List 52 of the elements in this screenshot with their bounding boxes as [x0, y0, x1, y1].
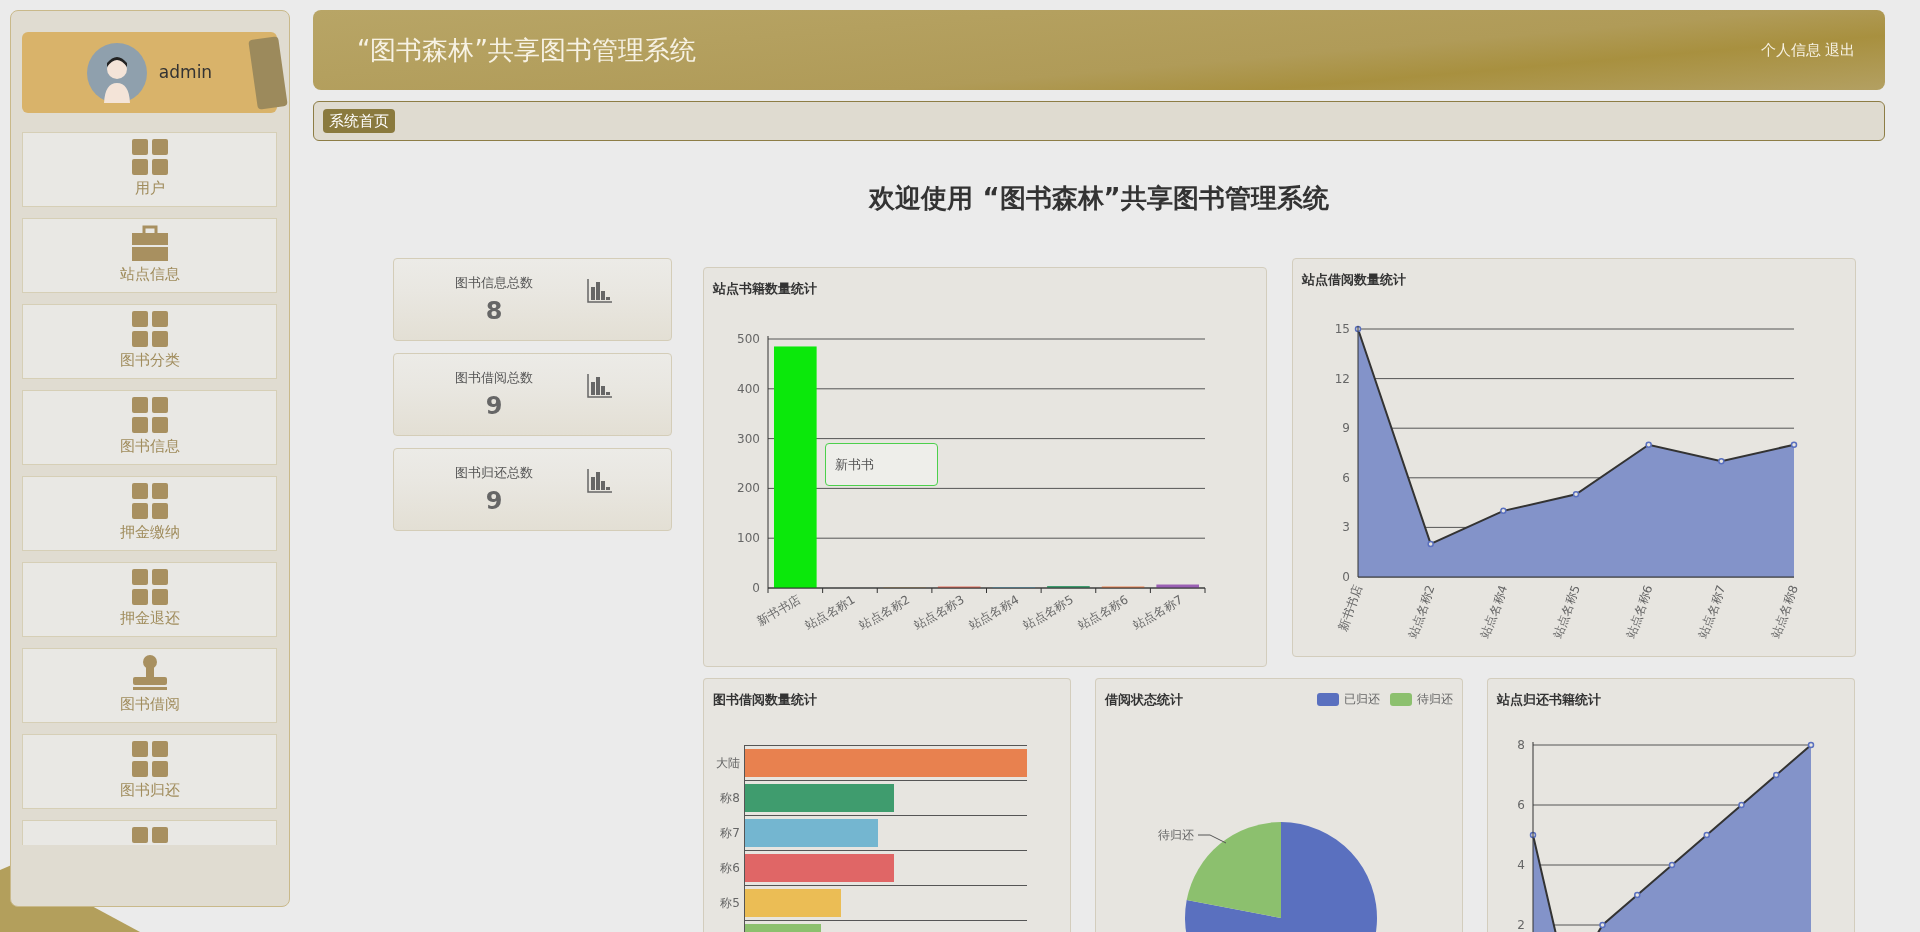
axis-label: 站点名称5 [1550, 583, 1583, 641]
axis-label: 12 [1334, 371, 1350, 386]
axis-label: 500 [737, 332, 760, 346]
user-name: admin [158, 60, 213, 84]
axis-label: 站点名称7 [1130, 592, 1186, 633]
stat-label: 图书信息总数 [455, 273, 533, 292]
axis-label: 称6 [719, 859, 741, 877]
axis-label: 100 [737, 531, 760, 546]
stat-value: 8 [485, 296, 503, 327]
axis-label: 站点名称4 [1477, 583, 1511, 641]
axis-label: 2 [1517, 918, 1525, 932]
axis-label: 200 [737, 481, 760, 496]
axis-label: 9 [1342, 421, 1350, 436]
chart-title: 站点归还书籍统计 [1497, 691, 1601, 709]
axis-label: 新书书店 [1335, 583, 1365, 634]
chart-title: 站点书籍数量统计 [713, 280, 817, 298]
axis-label: 称8 [719, 789, 741, 807]
axis-label: 0 [1342, 570, 1350, 584]
stat-label: 图书归还总数 [455, 463, 533, 482]
system-title: “图书森林”共享图书管理系统 [357, 33, 696, 67]
axis-label: 400 [737, 381, 760, 396]
stat-value: 9 [485, 486, 503, 517]
axis-label: 站点名称8 [1768, 583, 1801, 641]
axis-label: 站点名称7 [1695, 583, 1729, 641]
axis-label: 6 [1342, 470, 1350, 485]
axis-label: 站点名称5 [1020, 592, 1076, 633]
axis-label: 4 [1517, 858, 1525, 872]
axis-label: 6 [1517, 798, 1525, 812]
chart-tooltip: 新书书 [825, 443, 938, 486]
axis-label: 站点名称2 [856, 592, 913, 633]
axis-label: 称7 [719, 824, 741, 842]
chart-title: 图书借阅数量统计 [713, 691, 817, 709]
chart-title: 借阅状态统计 [1105, 691, 1183, 709]
axis-label: 站点名称3 [911, 592, 967, 633]
axis-label: 站点名称6 [1075, 592, 1131, 633]
axis-label: 3 [1342, 520, 1350, 535]
axis-label: 8 [1517, 738, 1525, 752]
axis-label: 站点名称1 [802, 592, 858, 633]
axis-label: 站点名称6 [1623, 583, 1656, 641]
axis-label: 0 [752, 581, 760, 595]
slice-label: 待归还 [1158, 828, 1194, 842]
welcome-heading: 欢迎使用 “图书森林”共享图书管理系统 [867, 182, 1330, 215]
axis-label: 300 [737, 431, 760, 446]
axis-label: 大陆 [715, 754, 741, 772]
axis-label: 称5 [719, 894, 741, 912]
axis-label: 站点名称4 [966, 592, 1022, 633]
axis-label: 站点名称2 [1405, 583, 1438, 641]
stat-value: 9 [485, 391, 503, 422]
stat-label: 图书借阅总数 [455, 368, 533, 387]
axis-label: 新书书店 [754, 592, 803, 629]
axis-label: 15 [1334, 322, 1350, 336]
chart-title: 站点借阅数量统计 [1302, 271, 1406, 289]
